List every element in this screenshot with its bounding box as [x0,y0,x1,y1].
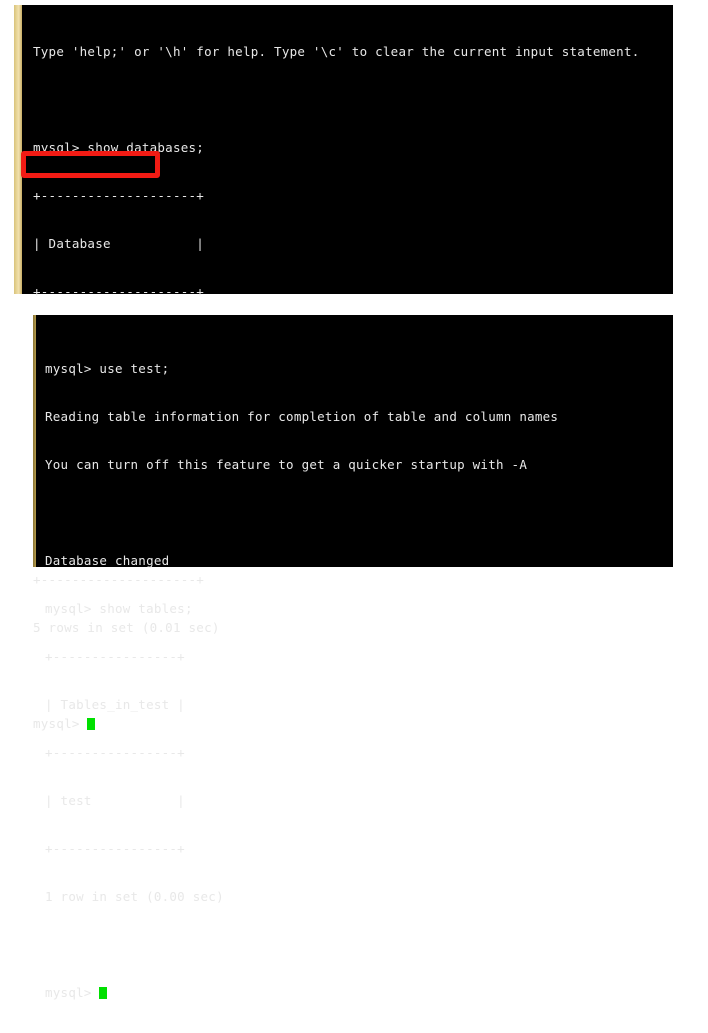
console-line-command-show-tables: mysql> show tables; [45,601,193,616]
console-line-table-rule-mid: +--------------------+ [33,284,205,299]
terminal-one-screen[interactable]: Type 'help;' or '\h' for help. Type '\c'… [22,5,673,731]
terminal-two-prompt-label: mysql> [45,985,100,1000]
console-line-result-status: 1 row in set (0.00 sec) [45,889,224,904]
console-line: Type 'help;' or '\h' for help. Type '\c'… [33,44,640,59]
console-line-table-rule-top: +----------------+ [45,649,185,664]
console-line-table-header: | Tables_in_test | [45,697,185,712]
console-line-notice-reading-table-info: Reading table information for completion… [45,409,559,424]
terminal-window-two[interactable]: mysql> use test; Reading table informati… [33,315,673,1000]
terminal-two-console-output: mysql> use test; Reading table informati… [45,329,673,1033]
console-line-table-header: | Database | [33,236,205,251]
console-line-table-rule-bottom: +----------------+ [45,841,185,856]
terminal-window-one[interactable]: Type 'help;' or '\h' for help. Type '\c'… [14,5,673,731]
console-line-table-rule-mid: +----------------+ [45,745,185,760]
console-line-command-use-test: mysql> use test; [45,361,170,376]
terminal-two-screen[interactable]: mysql> use test; Reading table informati… [36,315,673,1000]
console-line-table-row-test: | test | [45,793,185,808]
console-line-table-rule-top: +--------------------+ [33,188,205,203]
console-line-notice-turn-off-feature: You can turn off this feature to get a q… [45,457,528,472]
block-cursor-icon [99,987,108,999]
terminal-two-prompt-line[interactable]: mysql> [45,985,673,1001]
terminal-one-left-border [14,5,22,294]
console-line-command-show-databases: mysql> show databases; [33,140,205,155]
